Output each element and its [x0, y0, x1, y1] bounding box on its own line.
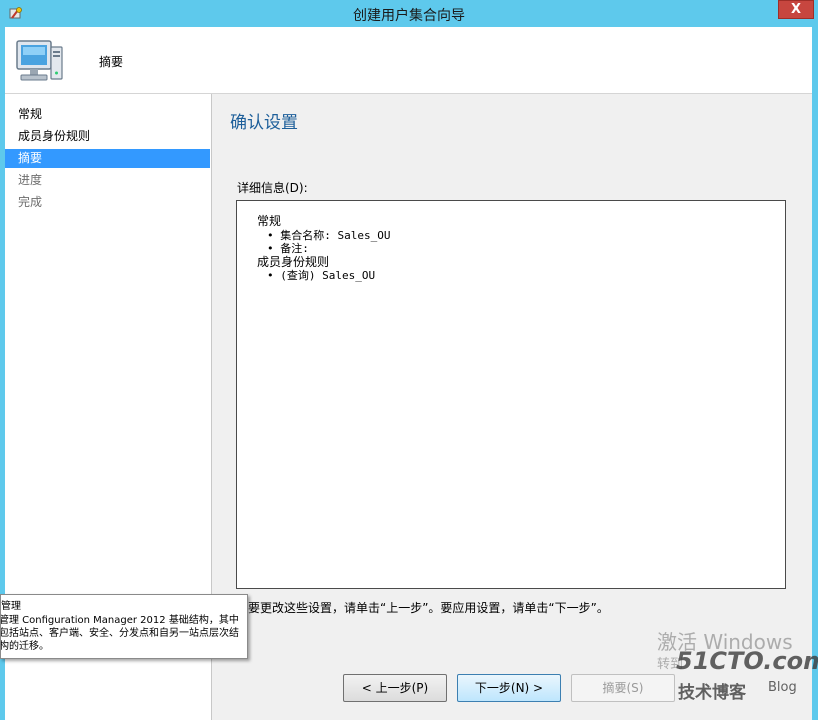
details-section-general: 常规	[257, 214, 282, 228]
nav-item-progress: 进度	[18, 173, 43, 187]
header-title: 摘要	[99, 55, 124, 69]
computer-icon	[16, 40, 63, 81]
site-logo-watermark: 51CTO.com	[676, 647, 818, 675]
title-bar[interactable]: 创建用户集合向导 X	[0, 0, 818, 27]
tooltip: 管理 管理 Configuration Manager 2012 基础结构，其中…	[0, 594, 248, 659]
details-comment: • 备注:	[267, 242, 309, 255]
next-button[interactable]: 下一步(N) >	[457, 674, 561, 702]
wizard-header: 摘要	[5, 27, 812, 94]
page-heading: 确认设置	[230, 113, 298, 133]
site-subtitle-watermark: 技术博客	[678, 683, 746, 703]
details-label: 详细信息(D):	[237, 181, 308, 195]
details-collection-name: • 集合名称: Sales_OU	[267, 228, 391, 242]
blog-watermark: Blog	[768, 680, 797, 695]
details-textbox[interactable]: 常规 • 集合名称: Sales_OU • 备注: 成员身份规则 • (查询) …	[236, 200, 786, 589]
details-section-membership: 成员身份规则	[257, 254, 330, 269]
summary-button: 摘要(S)	[571, 674, 675, 702]
nav-item-membership-rules[interactable]: 成员身份规则	[5, 127, 210, 146]
wizard-window: 创建用户集合向导 X 摘要 常规 成员身份规则 摘要 进度 完成 确认设置 详细…	[0, 0, 818, 720]
details-query-rule: • (查询) Sales_OU	[267, 269, 376, 282]
tooltip-body: 管理 Configuration Manager 2012 基础结构，其中包括站…	[0, 615, 239, 652]
previous-button[interactable]: < 上一步(P)	[343, 674, 447, 702]
nav-item-summary[interactable]: 摘要	[5, 149, 210, 168]
nav-item-general[interactable]: 常规	[5, 105, 210, 124]
hint-text: 要更改这些设置，请单击“上一步”。要应用设置，请单击“下一步”。	[248, 601, 609, 615]
window-title: 创建用户集合向导	[353, 8, 465, 24]
nav-item-completion: 完成	[18, 195, 43, 209]
close-button[interactable]: X	[778, 0, 814, 19]
tooltip-title: 管理	[1, 601, 21, 612]
